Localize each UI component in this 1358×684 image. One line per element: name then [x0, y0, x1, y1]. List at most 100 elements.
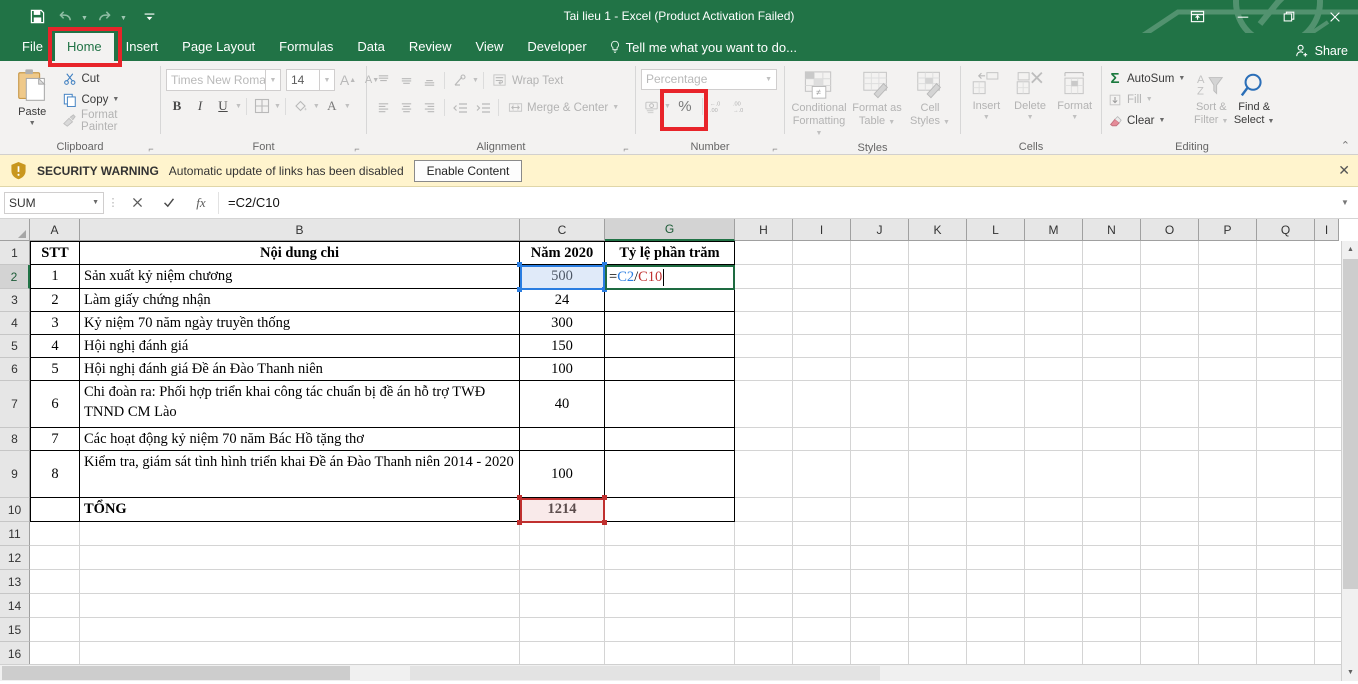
tab-data[interactable]: Data	[345, 33, 396, 61]
insert-cells-dropdown-icon[interactable]: ▼	[983, 114, 990, 121]
merge-center-button[interactable]: Merge & Center ▼	[507, 97, 619, 118]
enable-content-button[interactable]: Enable Content	[413, 159, 523, 182]
insert-function-button[interactable]: fx	[186, 192, 216, 214]
cell-a9[interactable]: 8	[30, 451, 80, 498]
share-button[interactable]: Share	[1295, 43, 1348, 58]
clear-button[interactable]: Clear ▼	[1107, 110, 1185, 131]
align-bottom-button[interactable]	[418, 70, 440, 92]
undo-dropdown-icon[interactable]: ▼	[80, 6, 89, 28]
format-cells-dropdown-icon[interactable]: ▼	[1071, 114, 1078, 121]
cut-button[interactable]: Cut	[62, 68, 156, 89]
vertical-scrollbar[interactable]: ▲ ▼	[1341, 241, 1358, 681]
cell-g5[interactable]	[605, 335, 735, 358]
tab-review[interactable]: Review	[397, 33, 464, 61]
collapse-ribbon-button[interactable]: ⌃	[1341, 139, 1350, 152]
cell-b7[interactable]: Chi đoàn ra: Phối hợp triển khai công tá…	[80, 381, 520, 428]
cell-a1[interactable]: STT	[30, 241, 80, 265]
cell-a3[interactable]: 2	[30, 289, 80, 312]
cell-c8[interactable]	[520, 428, 605, 451]
close-icon[interactable]	[1312, 0, 1358, 33]
underline-button[interactable]: U	[212, 95, 234, 117]
cell-a10[interactable]	[30, 498, 80, 522]
sort-filter-button[interactable]: A Z Sort & Filter ▼	[1191, 68, 1231, 127]
column-header-o[interactable]: O	[1141, 219, 1199, 241]
cell-styles-button[interactable]: Cell Styles ▼	[906, 66, 954, 128]
font-size-dropdown-icon[interactable]: ▼	[320, 69, 335, 91]
row-header-1[interactable]: 1	[0, 241, 30, 265]
tab-formulas[interactable]: Formulas	[267, 33, 345, 61]
copy-button[interactable]: Copy ▼	[62, 89, 156, 110]
percent-style-button[interactable]: %	[672, 96, 698, 118]
row-header-10[interactable]: 10	[0, 498, 30, 522]
horizontal-scroll-thumb[interactable]	[2, 666, 350, 680]
customize-qat-icon[interactable]	[136, 5, 162, 29]
column-header-l[interactable]: L	[967, 219, 1025, 241]
cell-g3[interactable]	[605, 289, 735, 312]
cell-b4[interactable]: Kỷ niệm 70 năm ngày truyền thống	[80, 312, 520, 335]
clear-dropdown-icon[interactable]: ▼	[1158, 117, 1165, 124]
save-icon[interactable]	[24, 5, 50, 29]
formula-bar-grip[interactable]: ⋮	[106, 196, 120, 209]
column-header-a[interactable]: A	[30, 219, 80, 241]
conditional-formatting-button[interactable]: ≠ Conditional Formatting ▼	[790, 66, 848, 140]
copy-dropdown-icon[interactable]: ▼	[112, 96, 119, 103]
cell-c6[interactable]: 100	[520, 358, 605, 381]
paste-dropdown-icon[interactable]: ▼	[29, 120, 36, 127]
formula-input[interactable]: =C2/C10	[218, 191, 1334, 214]
cell-b2[interactable]: Sản xuất kỷ niệm chương	[80, 265, 520, 289]
format-painter-button[interactable]: Format Painter	[62, 109, 156, 133]
tab-home[interactable]: Home	[54, 33, 114, 61]
column-header-b[interactable]: B	[80, 219, 520, 241]
scroll-down-arrow-icon[interactable]: ▼	[1342, 664, 1358, 681]
tab-page-layout[interactable]: Page Layout	[170, 33, 267, 61]
font-size-input[interactable]: 14	[286, 69, 320, 91]
fill-color-dropdown-icon[interactable]: ▼	[313, 103, 320, 110]
cell-b3[interactable]: Làm giấy chứng nhận	[80, 289, 520, 312]
font-dialog-launcher[interactable]: ⌐	[352, 144, 362, 154]
undo-icon[interactable]	[52, 5, 78, 29]
find-select-button[interactable]: Find & Select ▼	[1231, 68, 1277, 127]
fill-color-button[interactable]	[290, 95, 312, 117]
cell-a6[interactable]: 5	[30, 358, 80, 381]
ribbon-display-options-icon[interactable]	[1174, 0, 1220, 33]
font-name-input[interactable]: Times New Roma	[166, 69, 266, 91]
align-top-button[interactable]	[372, 70, 394, 92]
cell-b8[interactable]: Các hoạt động kỷ niệm 70 năm Bác Hồ tặng…	[80, 428, 520, 451]
column-header-h[interactable]: H	[735, 219, 793, 241]
cell-g6[interactable]	[605, 358, 735, 381]
row-header-4[interactable]: 4	[0, 312, 30, 335]
delete-cells-dropdown-icon[interactable]: ▼	[1027, 114, 1034, 121]
cell-a2[interactable]: 1	[30, 265, 80, 289]
accounting-format-button[interactable]	[641, 96, 663, 118]
name-box-dropdown-icon[interactable]: ▼	[92, 199, 99, 206]
increase-indent-button[interactable]	[472, 97, 494, 119]
row-header-13[interactable]: 13	[0, 570, 30, 594]
align-right-button[interactable]	[418, 97, 440, 119]
borders-button[interactable]	[251, 95, 273, 117]
row-header-16[interactable]: 16	[0, 642, 30, 666]
row-header-5[interactable]: 5	[0, 335, 30, 358]
alignment-dialog-launcher[interactable]: ⌐	[621, 144, 631, 154]
bold-button[interactable]: B	[166, 95, 188, 117]
cell-g9[interactable]	[605, 451, 735, 498]
decrease-indent-button[interactable]	[449, 97, 471, 119]
underline-dropdown-icon[interactable]: ▼	[235, 103, 242, 110]
orientation-button[interactable]	[449, 70, 471, 92]
number-dialog-launcher[interactable]: ⌐	[770, 144, 780, 154]
tab-view[interactable]: View	[463, 33, 515, 61]
number-format-dropdown[interactable]: Percentage ▼	[641, 69, 777, 90]
column-header-j[interactable]: J	[851, 219, 909, 241]
row-header-8[interactable]: 8	[0, 428, 30, 451]
minimize-icon[interactable]	[1220, 0, 1266, 33]
column-header-n[interactable]: N	[1083, 219, 1141, 241]
tell-me-box[interactable]: Tell me what you want to do...	[599, 33, 807, 61]
name-box[interactable]: SUM ▼	[4, 191, 104, 214]
tab-insert[interactable]: Insert	[114, 33, 171, 61]
column-header-g[interactable]: G	[605, 219, 735, 241]
format-as-table-button[interactable]: Format as Table ▼	[850, 66, 904, 128]
cell-c7[interactable]: 40	[520, 381, 605, 428]
cell-c9[interactable]: 100	[520, 451, 605, 498]
column-header-r[interactable]: I	[1315, 219, 1339, 241]
clipboard-dialog-launcher[interactable]: ⌐	[146, 144, 156, 154]
active-cell-editor-g2[interactable]: = C2 / C10	[605, 265, 735, 290]
